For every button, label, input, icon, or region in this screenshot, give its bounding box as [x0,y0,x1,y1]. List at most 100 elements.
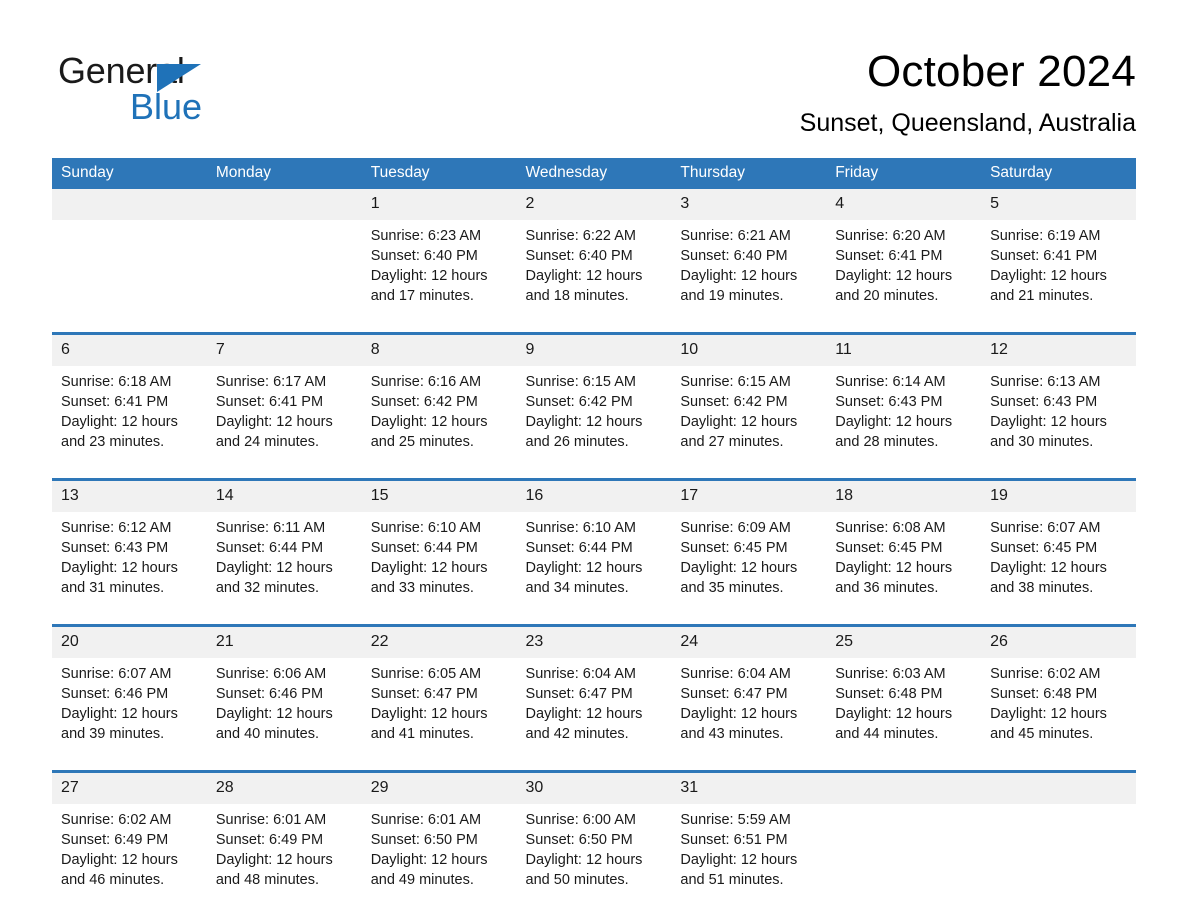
day-detail-line: Sunrise: 6:11 AM [215,520,326,536]
day-number[interactable]: 1 [361,189,517,220]
day-number[interactable]: 5 [981,189,1136,220]
calendar-info-row: Sunrise: 6:23 AM Sunset: 6:40 PM Daylight:… [52,220,1136,334]
day-number[interactable]: 22 [361,624,517,658]
day-cell[interactable]: Sunrise: 6:01 AM Sunset: 6:50 PM Daylight:… [361,804,517,916]
day-detail-line: and 48 minutes. [215,872,320,888]
day-number[interactable]: 31 [671,770,827,804]
day-number[interactable]: 17 [671,478,827,512]
day-detail-line: Daylight: 12 hours [680,852,798,868]
day-cell[interactable]: Sunrise: 6:13 AM Sunset: 6:43 PM Daylight:… [981,366,1136,480]
day-number[interactable]: 3 [671,189,827,220]
day-number[interactable]: 4 [826,189,982,220]
day-cell[interactable]: Sunrise: 6:15 AM Sunset: 6:42 PM Daylight:… [516,366,672,480]
day-number[interactable]: 10 [671,332,827,366]
day-cell[interactable]: Sunrise: 6:07 AM Sunset: 6:45 PM Daylight:… [981,512,1136,626]
day-cell[interactable]: Sunrise: 6:20 AM Sunset: 6:41 PM Daylight:… [826,220,982,334]
day-cell[interactable]: Sunrise: 6:12 AM Sunset: 6:43 PM Daylight:… [52,512,207,626]
day-cell[interactable]: Sunrise: 6:04 AM Sunset: 6:47 PM Daylight:… [671,658,827,772]
day-detail-line: Daylight: 12 hours [525,268,643,284]
day-detail-line: Sunset: 6:48 PM [990,686,1098,702]
day-cell[interactable]: Sunrise: 6:19 AM Sunset: 6:41 PM Daylight:… [981,220,1136,334]
calendar-page: General Blue October 2024 Sunset, Queens… [0,0,1188,918]
day-cell[interactable]: Sunrise: 6:10 AM Sunset: 6:44 PM Daylight:… [516,512,672,626]
day-detail-line: Sunset: 6:48 PM [835,686,943,702]
day-number[interactable]: 6 [52,332,207,366]
weekday-header-friday: Friday [826,158,982,189]
day-number[interactable]: 29 [361,770,517,804]
day-number[interactable]: 21 [206,624,362,658]
day-cell[interactable]: Sunrise: 5:59 AM Sunset: 6:51 PM Daylight:… [671,804,827,916]
day-detail-line: and 32 minutes. [215,580,320,596]
day-detail-line: Daylight: 12 hours [680,414,798,430]
day-detail-line: and 43 minutes. [680,726,784,742]
day-cell[interactable]: Sunrise: 6:23 AM Sunset: 6:40 PM Daylight:… [361,220,517,334]
day-cell[interactable]: Sunrise: 6:22 AM Sunset: 6:40 PM Daylight:… [516,220,672,334]
day-number[interactable]: 15 [361,478,517,512]
day-cell[interactable]: Sunrise: 6:02 AM Sunset: 6:48 PM Daylight:… [981,658,1136,772]
day-number[interactable]: 7 [206,332,362,366]
day-number[interactable]: 25 [826,624,982,658]
day-detail-line: Daylight: 12 hours [525,414,643,430]
day-number[interactable]: 12 [981,332,1136,366]
day-detail-line: Daylight: 12 hours [61,560,178,576]
day-cell[interactable]: Sunrise: 6:15 AM Sunset: 6:42 PM Daylight:… [671,366,827,480]
day-detail-line: Daylight: 12 hours [680,268,798,284]
day-cell[interactable]: Sunrise: 6:11 AM Sunset: 6:44 PM Daylight:… [206,512,362,626]
day-number[interactable]: 30 [516,770,672,804]
calendar-date-row: 13 14 15 16 17 18 19 [52,478,1136,512]
day-detail-line: Sunset: 6:45 PM [680,540,788,556]
day-cell-empty [206,220,362,334]
day-number[interactable]: 16 [516,478,672,512]
day-detail-line: Sunrise: 6:17 AM [215,374,327,390]
day-detail-line: Daylight: 12 hours [370,560,488,576]
day-number[interactable]: 19 [981,478,1136,512]
day-cell[interactable]: Sunrise: 6:17 AM Sunset: 6:41 PM Daylight:… [206,366,362,480]
day-cell[interactable]: Sunrise: 6:00 AM Sunset: 6:50 PM Daylight:… [516,804,672,916]
day-number[interactable]: 8 [361,332,517,366]
day-number[interactable]: 13 [52,478,207,512]
day-detail-line: Sunrise: 6:15 AM [525,374,636,390]
calendar-date-row: 27 28 29 30 31 [52,770,1136,804]
day-detail-line: Daylight: 12 hours [215,852,333,868]
day-detail-line: and 17 minutes. [370,288,474,304]
day-detail-line: and 21 minutes. [990,288,1094,304]
day-cell[interactable]: Sunrise: 6:03 AM Sunset: 6:48 PM Daylight:… [826,658,982,772]
day-detail-line: Sunrise: 6:04 AM [680,666,791,682]
day-detail-line: Sunrise: 6:02 AM [990,666,1101,682]
day-cell[interactable]: Sunrise: 6:18 AM Sunset: 6:41 PM Daylight:… [52,366,207,480]
day-cell[interactable]: Sunrise: 6:21 AM Sunset: 6:40 PM Daylight:… [671,220,827,334]
day-cell[interactable]: Sunrise: 6:01 AM Sunset: 6:49 PM Daylight:… [206,804,362,916]
day-cell[interactable]: Sunrise: 6:08 AM Sunset: 6:45 PM Daylight:… [826,512,982,626]
day-detail-line [990,870,1128,890]
day-cell[interactable]: Sunrise: 6:09 AM Sunset: 6:45 PM Daylight:… [671,512,827,626]
day-detail-line: Sunset: 6:51 PM [680,832,788,848]
day-cell[interactable]: Sunrise: 6:14 AM Sunset: 6:43 PM Daylight:… [826,366,982,480]
page-header: General Blue October 2024 Sunset, Queens… [52,44,1136,148]
day-number[interactable]: 27 [52,770,207,804]
day-cell[interactable]: Sunrise: 6:16 AM Sunset: 6:42 PM Daylight:… [361,366,517,480]
day-number[interactable]: 28 [206,770,362,804]
general-blue-logo[interactable]: General Blue [58,50,318,134]
day-number[interactable]: 9 [516,332,672,366]
day-cell[interactable]: Sunrise: 6:10 AM Sunset: 6:44 PM Daylight:… [361,512,517,626]
day-cell[interactable]: Sunrise: 6:02 AM Sunset: 6:49 PM Daylight:… [52,804,207,916]
day-number[interactable]: 23 [516,624,672,658]
day-number[interactable]: 2 [516,189,672,220]
day-cell[interactable]: Sunrise: 6:07 AM Sunset: 6:46 PM Daylight:… [52,658,207,772]
day-detail-line: Sunrise: 6:07 AM [61,666,172,682]
day-number[interactable]: 14 [206,478,362,512]
day-detail-line: Daylight: 12 hours [990,560,1107,576]
day-detail-line: and 36 minutes. [835,580,939,596]
day-detail-line: Daylight: 12 hours [990,414,1107,430]
day-detail-line [216,286,354,306]
day-number[interactable]: 18 [826,478,982,512]
day-number[interactable]: 11 [826,332,982,366]
day-number-empty [52,189,207,220]
day-cell[interactable]: Sunrise: 6:06 AM Sunset: 6:46 PM Daylight:… [206,658,362,772]
day-number[interactable]: 24 [671,624,827,658]
day-cell[interactable]: Sunrise: 6:04 AM Sunset: 6:47 PM Daylight:… [516,658,672,772]
day-detail-line: and 23 minutes. [61,434,165,450]
day-cell[interactable]: Sunrise: 6:05 AM Sunset: 6:47 PM Daylight:… [361,658,517,772]
day-number[interactable]: 20 [52,624,207,658]
day-number[interactable]: 26 [981,624,1136,658]
